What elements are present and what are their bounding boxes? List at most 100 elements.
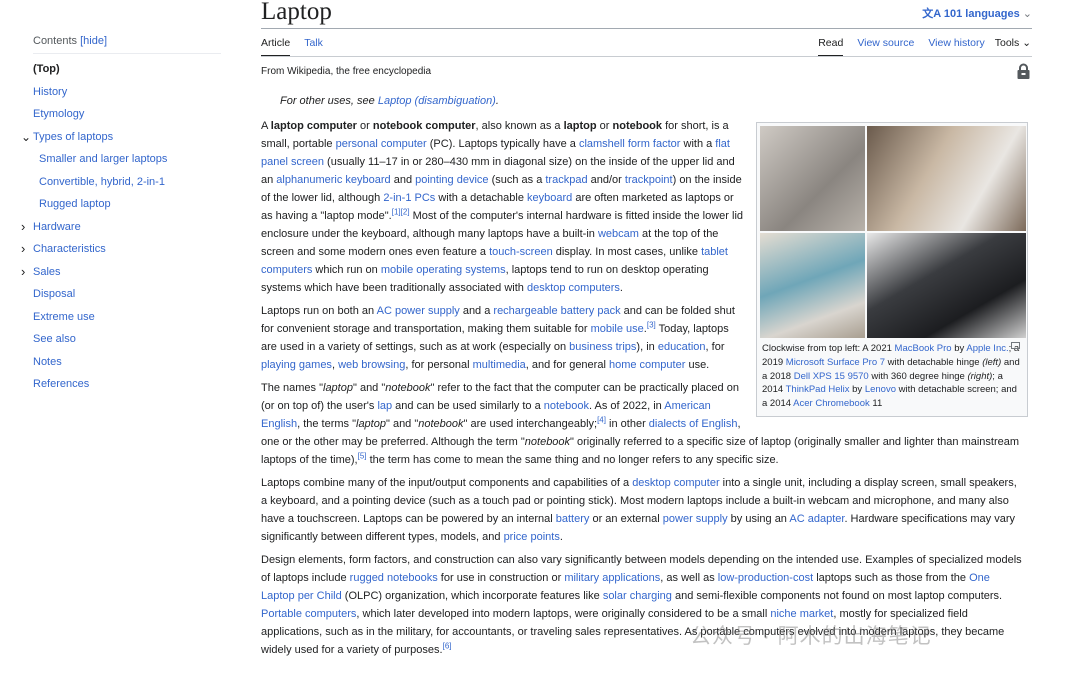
article-link[interactable]: niche market [770,608,833,620]
disambiguation-link[interactable]: Laptop (disambiguation) [378,95,496,107]
article-link[interactable]: low-production-cost [718,572,813,584]
article-link[interactable]: solar charging [603,590,672,602]
article-link[interactable]: web browsing [338,359,405,371]
toc-item[interactable]: Etymology [33,103,221,126]
article-link[interactable]: education [658,341,706,353]
article-link[interactable]: keyboard [527,192,572,204]
text: with detachable hinge [885,356,983,368]
tab-article[interactable]: Article [261,37,291,57]
toc-item[interactable]: › Sales [21,261,221,284]
toc-item[interactable]: Rugged laptop [33,193,221,216]
citation-link[interactable]: [5] [358,451,367,460]
article-link[interactable]: desktop computer [632,477,719,489]
tab-view-source[interactable]: View source [857,37,914,57]
toc-item[interactable]: ⌄ Types of laptops [21,126,221,149]
article-link[interactable]: multimedia [473,359,526,371]
article-link[interactable]: Dell XPS 15 9570 [794,371,869,382]
article-link[interactable]: price points [504,531,560,543]
citation: [3] [647,320,656,329]
chevron-right-icon[interactable]: › [21,261,25,283]
toc-item[interactable]: History [33,81,221,104]
tools-menu[interactable]: Tools ⌄ [995,37,1031,57]
toc-heading: Contents [hide] [33,35,221,54]
enlarge-icon[interactable] [1011,342,1020,349]
toc-item-label: Extreme use [33,310,95,323]
toc-item-label: Convertible, hybrid, 2-in-1 [39,175,165,188]
tab-view-history[interactable]: View history [928,37,984,57]
toc-item-label: Disposal [33,288,76,300]
article-link[interactable]: battery [556,513,590,525]
article-link[interactable]: pointing device [415,174,488,186]
macbook-pro-image[interactable] [760,126,865,231]
article-link[interactable]: power supply [663,513,728,525]
toc-hide-link[interactable]: [hide] [80,35,107,47]
article-link[interactable]: trackpad [545,174,587,186]
article-link[interactable]: mobile use [591,323,644,335]
text: in other [605,418,649,430]
toc-item[interactable]: › Hardware [21,216,221,239]
toc-item[interactable]: Notes [33,351,221,374]
article-link[interactable]: MacBook Pro [895,343,952,354]
citation-link[interactable]: [2] [401,207,410,216]
article-link[interactable]: touch-screen [489,246,553,258]
article-link[interactable]: military applications [564,572,660,584]
article-link[interactable]: Microsoft Surface Pro 7 [786,357,885,368]
text: A [261,120,271,132]
tab-read[interactable]: Read [818,37,844,57]
citation: [2] [401,207,410,216]
toc-item[interactable]: › Characteristics [21,238,221,261]
chevron-right-icon[interactable]: › [21,216,25,238]
article-link[interactable]: ThinkPad Helix [786,384,850,395]
italic-text: notebook [385,382,431,394]
toc-item[interactable]: See also [33,328,221,351]
table-of-contents: Contents [hide] (Top) History Etymology ⌄ Ty… [21,35,221,396]
article-link[interactable]: trackpoint [625,174,673,186]
article-link[interactable]: clamshell form factor [579,138,680,150]
article-link[interactable]: webcam [598,228,639,240]
chevron-right-icon[interactable]: › [21,238,25,260]
surface-and-xps-image[interactable] [867,126,1026,231]
citation-link[interactable]: [3] [647,320,656,329]
article-link[interactable]: dialects of English [649,418,738,430]
article-link[interactable]: Lenovo [865,384,896,395]
article-link[interactable]: alphanumeric keyboard [276,174,390,186]
citation-link[interactable]: [4] [597,415,606,424]
article-link[interactable]: playing games [261,359,332,371]
thinkpad-helix-image[interactable] [867,233,1026,338]
article-link[interactable]: mobile operating systems [381,264,506,276]
article-link[interactable]: Apple Inc. [966,343,1008,354]
chevron-down-icon[interactable]: ⌄ [21,126,31,148]
text: or [596,120,613,132]
article-link[interactable]: AC power supply [377,305,460,317]
tab-talk[interactable]: Talk [304,37,323,57]
text: by using an [727,513,790,525]
article-link[interactable]: 2-in-1 PCs [383,192,435,204]
toc-item[interactable]: Disposal [33,283,221,306]
article-link[interactable]: home computer [609,359,685,371]
citation-link[interactable]: [6] [443,641,452,650]
article-link[interactable]: rugged notebooks [350,572,438,584]
article-link[interactable]: Portable computers [261,608,356,620]
toc-item[interactable]: Convertible, hybrid, 2-in-1 [33,171,221,194]
language-button[interactable]: 文A 101 languages ⌄ [922,5,1032,21]
lock-icon[interactable] [1017,63,1030,79]
toc-item[interactable]: Smaller and larger laptops [33,148,221,171]
article-link[interactable]: AC adapter [789,513,844,525]
text: with 360 degree hinge [868,370,968,382]
text: for use in construction or [437,572,565,584]
article-link[interactable]: Acer Chromebook [793,398,870,409]
article-link[interactable]: desktop computers [527,282,620,294]
article-link[interactable]: notebook [544,400,589,412]
text: or [356,120,373,132]
article-link[interactable]: rechargeable battery pack [493,305,620,317]
article-link[interactable]: business trips [569,341,636,353]
text: . [619,282,623,294]
toc-item[interactable]: References [33,373,221,396]
toc-item[interactable]: (Top) [33,58,221,81]
acer-chromebook-image[interactable] [760,233,865,338]
article-link[interactable]: lap [377,400,392,412]
text: , for personal [405,359,473,371]
citation-link[interactable]: [1] [392,207,401,216]
article-link[interactable]: personal computer [336,138,427,150]
toc-item[interactable]: Extreme use [33,306,221,329]
